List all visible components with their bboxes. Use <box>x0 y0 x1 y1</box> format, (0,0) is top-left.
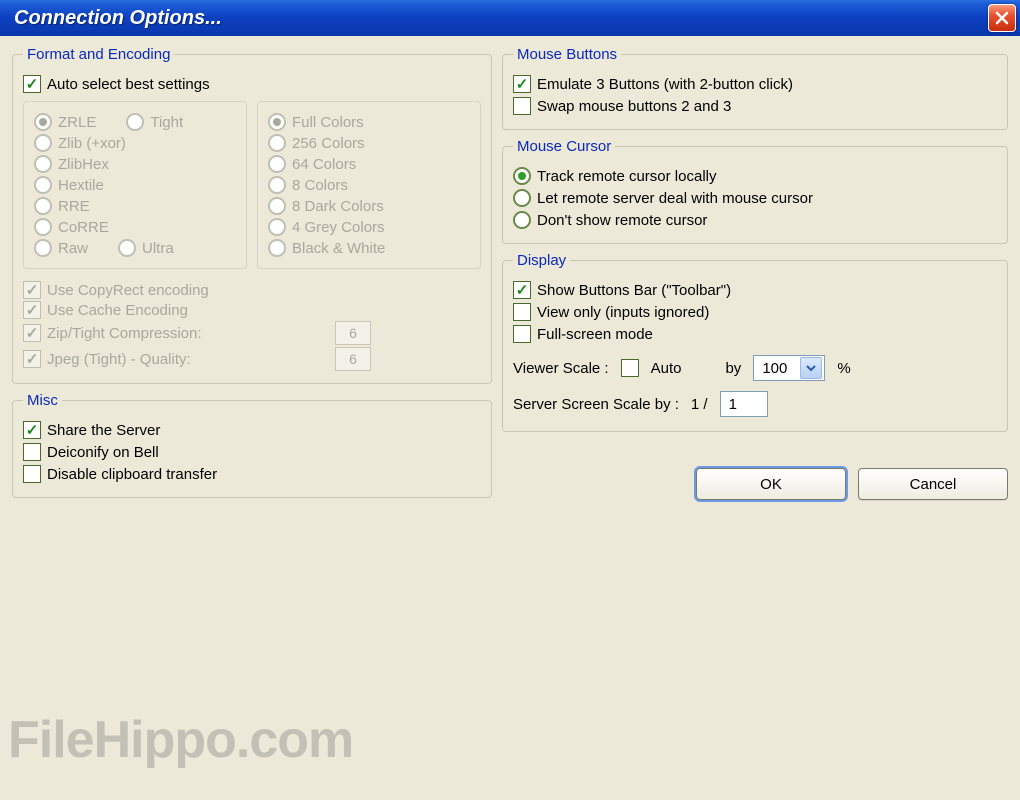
encoding-hextile-radio <box>34 176 52 194</box>
cursor-track-local-radio[interactable] <box>513 167 531 185</box>
mouse-cursor-legend: Mouse Cursor <box>513 138 615 155</box>
encoding-panel: ZRLE Tight Zlib (+xor) ZlibHex Hextile R… <box>23 101 247 269</box>
format-encoding-legend: Format and Encoding <box>23 46 174 63</box>
colors-256-radio <box>268 134 286 152</box>
format-encoding-group: Format and Encoding ✓ Auto select best s… <box>12 46 492 384</box>
encoding-corre-radio <box>34 218 52 236</box>
mouse-cursor-group: Mouse Cursor Track remote cursor locally… <box>502 138 1008 244</box>
encoding-zlibhex-radio <box>34 155 52 173</box>
disable-clipboard-checkbox[interactable]: ✓ <box>23 465 41 483</box>
emulate3-checkbox[interactable]: ✓ <box>513 75 531 93</box>
swap-buttons-checkbox[interactable]: ✓ <box>513 97 531 115</box>
colors-8-radio <box>268 176 286 194</box>
viewer-scale-label: Viewer Scale : <box>513 360 609 377</box>
copyrect-checkbox: ✓ <box>23 281 41 299</box>
colors-bw-radio <box>268 239 286 257</box>
colors-8dark-radio <box>268 197 286 215</box>
colors-full-radio <box>268 113 286 131</box>
encoding-rre-radio <box>34 197 52 215</box>
ok-button[interactable]: OK <box>696 468 846 500</box>
encoding-zlibxor-radio <box>34 134 52 152</box>
display-group: Display ✓Show Buttons Bar ("Toolbar") ✓V… <box>502 252 1008 432</box>
auto-select-label: Auto select best settings <box>47 76 210 93</box>
cursor-remote-radio[interactable] <box>513 189 531 207</box>
zip-checkbox: ✓ <box>23 324 41 342</box>
jpeg-value: 6 <box>335 347 371 371</box>
auto-select-checkbox[interactable]: ✓ <box>23 75 41 93</box>
server-scale-label: Server Screen Scale by : <box>513 396 679 413</box>
show-toolbar-checkbox[interactable]: ✓ <box>513 281 531 299</box>
colors-64-radio <box>268 155 286 173</box>
cancel-button[interactable]: Cancel <box>858 468 1008 500</box>
display-legend: Display <box>513 252 570 269</box>
cursor-none-radio[interactable] <box>513 211 531 229</box>
window-title: Connection Options... <box>14 7 222 30</box>
viewer-scale-auto-checkbox[interactable]: ✓ <box>621 359 639 377</box>
fullscreen-checkbox[interactable]: ✓ <box>513 325 531 343</box>
colors-4grey-radio <box>268 218 286 236</box>
encoding-zrle-radio <box>34 113 52 131</box>
encoding-raw-radio <box>34 239 52 257</box>
viewer-scale-combo[interactable]: 100 <box>753 355 825 381</box>
title-bar: Connection Options... <box>0 0 1020 36</box>
deiconify-checkbox[interactable]: ✓ <box>23 443 41 461</box>
misc-legend: Misc <box>23 392 62 409</box>
chevron-down-icon <box>800 357 822 379</box>
colors-panel: Full Colors 256 Colors 64 Colors 8 Color… <box>257 101 481 269</box>
zip-value: 6 <box>335 321 371 345</box>
mouse-buttons-legend: Mouse Buttons <box>513 46 621 63</box>
view-only-checkbox[interactable]: ✓ <box>513 303 531 321</box>
encoding-ultra-radio <box>118 239 136 257</box>
close-button[interactable] <box>988 4 1016 32</box>
share-server-checkbox[interactable]: ✓ <box>23 421 41 439</box>
server-scale-input[interactable]: 1 <box>720 391 768 417</box>
cache-checkbox: ✓ <box>23 301 41 319</box>
encoding-tight-radio <box>126 113 144 131</box>
misc-group: Misc ✓Share the Server ✓Deiconify on Bel… <box>12 392 492 498</box>
jpeg-checkbox: ✓ <box>23 350 41 368</box>
watermark: FileHippo.com <box>8 710 353 770</box>
mouse-buttons-group: Mouse Buttons ✓Emulate 3 Buttons (with 2… <box>502 46 1008 130</box>
close-icon <box>994 10 1010 26</box>
